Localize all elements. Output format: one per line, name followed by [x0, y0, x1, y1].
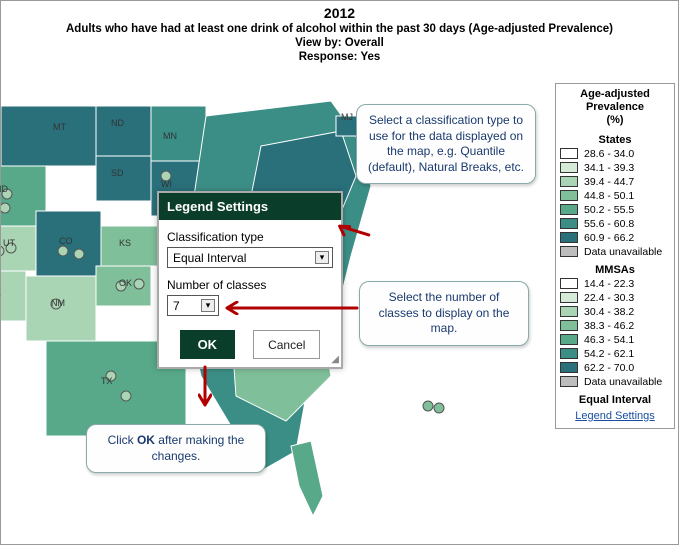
state-label: UT — [3, 238, 15, 248]
legend-group-mmsas: MMSAs — [560, 264, 670, 276]
ok-button[interactable]: OK — [180, 330, 236, 359]
legend-swatch — [560, 232, 578, 243]
legend-classification-label: Equal Interval — [560, 394, 670, 406]
state-label: OK — [119, 278, 132, 288]
legend-swatch — [560, 348, 578, 359]
legend-row: 50.2 - 55.5 — [560, 204, 670, 216]
header-year: 2012 — [1, 5, 678, 21]
callout-ok-bold: OK — [137, 433, 155, 447]
legend-swatch — [560, 334, 578, 345]
legend-row: 38.3 - 46.2 — [560, 320, 670, 332]
state-label: CO — [59, 236, 73, 246]
legend-label: 50.2 - 55.5 — [584, 204, 634, 216]
callout-classification-type: Select a classification type to use for … — [356, 104, 536, 184]
legend-row: 22.4 - 30.3 — [560, 292, 670, 304]
legend-row: Data unavailable — [560, 376, 670, 388]
legend-label: 34.1 - 39.3 — [584, 162, 634, 174]
legend-label: Data unavailable — [584, 246, 662, 258]
legend-group-states: States — [560, 134, 670, 146]
legend-row: 39.4 - 44.7 — [560, 176, 670, 188]
legend-settings-link[interactable]: Legend Settings — [560, 410, 670, 422]
legend-swatch — [560, 218, 578, 229]
legend-row: 28.6 - 34.0 — [560, 148, 670, 160]
cancel-button[interactable]: Cancel — [253, 330, 320, 359]
state-label: AZ — [0, 288, 1, 298]
header-subtitle: Adults who have had at least one drink o… — [1, 23, 678, 35]
legend-label: 30.4 - 38.2 — [584, 306, 634, 318]
legend-label: 22.4 - 30.3 — [584, 292, 634, 304]
classification-type-value: Equal Interval — [173, 251, 246, 265]
legend-row: Data unavailable — [560, 246, 670, 258]
legend-label: 60.9 - 66.2 — [584, 232, 634, 244]
dialog-title: Legend Settings — [159, 193, 341, 220]
legend-row: 55.6 - 60.8 — [560, 218, 670, 230]
legend-swatch — [560, 362, 578, 373]
legend-label: 55.6 - 60.8 — [584, 218, 634, 230]
state-label: WI — [161, 179, 172, 189]
legend-swatch — [560, 204, 578, 215]
legend-swatch — [560, 190, 578, 201]
state-label: TX — [101, 376, 113, 386]
header-viewby: View by: Overall — [1, 37, 678, 49]
state-label: ND — [111, 118, 124, 128]
legend-swatch — [560, 246, 578, 257]
legend-label: 39.4 - 44.7 — [584, 176, 634, 188]
chevron-down-icon: ▾ — [201, 299, 215, 312]
legend-swatch — [560, 376, 578, 387]
legend-row: 14.4 - 22.3 — [560, 278, 670, 290]
legend-swatch — [560, 320, 578, 331]
legend-row: 62.2 - 70.0 — [560, 362, 670, 374]
number-of-classes-select[interactable]: 7 ▾ — [167, 295, 219, 316]
legend-swatch — [560, 162, 578, 173]
legend-label: 62.2 - 70.0 — [584, 362, 634, 374]
callout-text: after making the changes. — [152, 433, 245, 463]
header-response: Response: Yes — [1, 51, 678, 63]
header: 2012 Adults who have had at least one dr… — [1, 1, 678, 63]
legend-row: 46.3 - 54.1 — [560, 334, 670, 346]
state-label: ID — [0, 184, 8, 194]
callout-number-of-classes: Select the number of classes to display … — [359, 281, 529, 346]
legend-label: 28.6 - 34.0 — [584, 148, 634, 160]
legend-panel: Age-adjusted Prevalence (%) States 28.6 … — [555, 83, 675, 429]
state-label: KS — [119, 238, 131, 248]
legend-swatch — [560, 292, 578, 303]
callout-text: Click — [108, 433, 137, 447]
state-label: MJ — [341, 112, 353, 122]
legend-row: 54.2 - 62.1 — [560, 348, 670, 360]
legend-row: 60.9 - 66.2 — [560, 232, 670, 244]
legend-swatch — [560, 306, 578, 317]
state-label: SD — [111, 168, 124, 178]
legend-title-line1: Age-adjusted Prevalence — [560, 88, 670, 114]
legend-row: 30.4 - 38.2 — [560, 306, 670, 318]
state-label: MT — [53, 122, 66, 132]
legend-row: 44.8 - 50.1 — [560, 190, 670, 202]
chevron-down-icon: ▾ — [315, 251, 329, 264]
arrow-icon — [219, 301, 359, 315]
state-label: MN — [163, 131, 177, 141]
number-of-classes-value: 7 — [173, 299, 180, 313]
callout-click-ok: Click OK after making the changes. — [86, 424, 266, 473]
legend-row: 34.1 - 39.3 — [560, 162, 670, 174]
arrow-icon — [198, 365, 212, 411]
legend-label: 54.2 - 62.1 — [584, 348, 634, 360]
legend-swatch — [560, 278, 578, 289]
state-label: NM — [51, 298, 65, 308]
legend-settings-dialog: Legend Settings Classification type Equa… — [157, 191, 343, 369]
label-classification-type: Classification type — [167, 230, 333, 244]
legend-swatch — [560, 176, 578, 187]
legend-swatch — [560, 148, 578, 159]
classification-type-select[interactable]: Equal Interval ▾ — [167, 247, 333, 268]
resize-grip-icon[interactable]: ◢ — [331, 354, 339, 365]
legend-label: 44.8 - 50.1 — [584, 190, 634, 202]
legend-title-line2: (%) — [560, 114, 670, 127]
label-number-of-classes: Number of classes — [167, 278, 333, 292]
legend-label: 14.4 - 22.3 — [584, 278, 634, 290]
legend-label: Data unavailable — [584, 376, 662, 388]
legend-label: 46.3 - 54.1 — [584, 334, 634, 346]
legend-label: 38.3 - 46.2 — [584, 320, 634, 332]
